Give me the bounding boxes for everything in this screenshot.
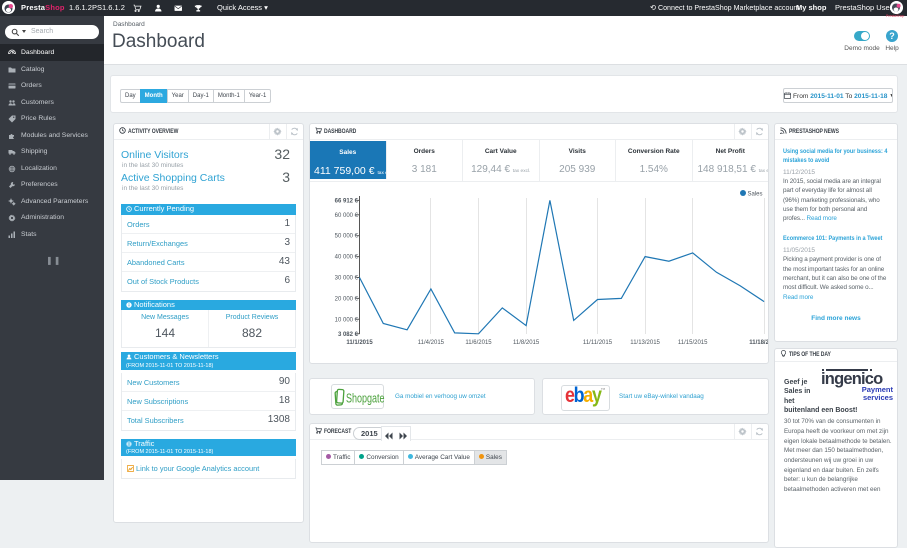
svg-text:11/13/2015: 11/13/2015 xyxy=(630,340,660,346)
svg-text:30 000 €: 30 000 € xyxy=(335,276,359,282)
svg-text:11/18/2015: 11/18/2015 xyxy=(749,340,768,346)
svg-text:50 000 €: 50 000 € xyxy=(335,234,359,240)
svg-text:10 000 €: 10 000 € xyxy=(335,317,359,323)
svg-text:66 912 €: 66 912 € xyxy=(335,198,359,204)
svg-text:Shopgate: Shopgate xyxy=(346,392,384,406)
svg-text:11/11/2015: 11/11/2015 xyxy=(583,340,613,346)
svg-text:Sales: Sales xyxy=(748,192,763,198)
svg-text:40 000 €: 40 000 € xyxy=(335,255,359,261)
svg-text:11/15/2015: 11/15/2015 xyxy=(678,340,708,346)
svg-text:20 000 €: 20 000 € xyxy=(335,296,359,302)
svg-text:11/1/2015: 11/1/2015 xyxy=(346,340,373,346)
svg-text:11/4/2015: 11/4/2015 xyxy=(418,340,445,346)
svg-text:60 000 €: 60 000 € xyxy=(335,213,359,219)
svg-text:11/8/2015: 11/8/2015 xyxy=(513,340,540,346)
svg-text:11/6/2015: 11/6/2015 xyxy=(465,340,492,346)
svg-text:3 082 €: 3 082 € xyxy=(338,332,359,338)
